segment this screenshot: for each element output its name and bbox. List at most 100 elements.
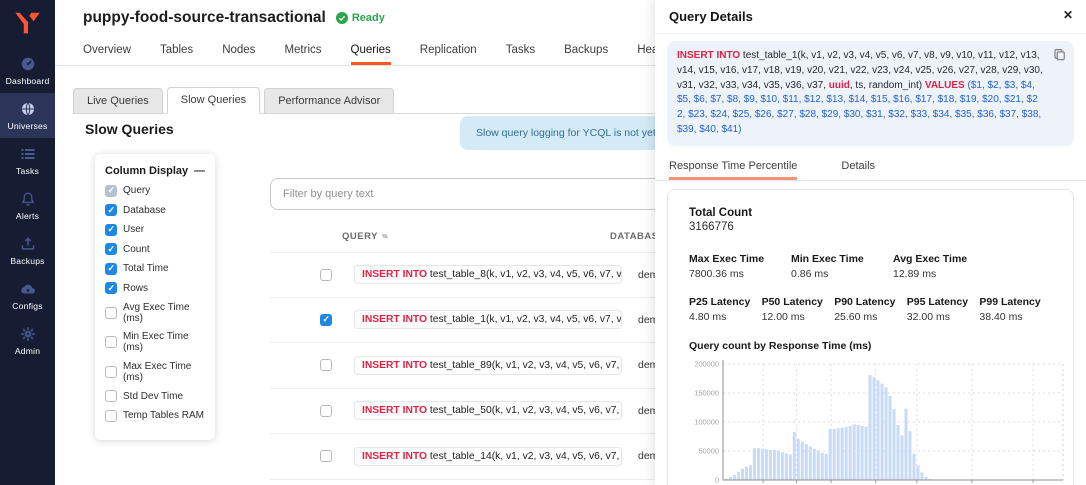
column-display-title: Column Display xyxy=(105,165,188,177)
subtab-slow-queries[interactable]: Slow Queries xyxy=(167,87,260,114)
sql-keyword: INSERT INTO xyxy=(362,360,427,371)
column-option-avg-exec-time-ms[interactable]: Avg Exec Time (ms) xyxy=(105,302,205,324)
tab-replication[interactable]: Replication xyxy=(420,44,477,65)
checkbox[interactable] xyxy=(105,307,117,319)
sidebar-item-label: Tasks xyxy=(0,166,55,176)
checkbox[interactable] xyxy=(105,282,117,294)
query-text-chip: INSERT INTO test_table_8(k, v1, v2, v3, … xyxy=(354,265,622,284)
checkbox[interactable] xyxy=(105,243,117,255)
subtab-live-queries[interactable]: Live Queries xyxy=(73,88,163,113)
checkbox[interactable] xyxy=(105,204,117,216)
column-option-rows[interactable]: Rows xyxy=(105,282,205,294)
latency-stats: P25 Latency4.80 msP50 Latency12.00 msP90… xyxy=(689,296,1052,323)
sql-text: INSERT INTO test_table_1(k, v1, v2, v3, … xyxy=(677,50,1043,135)
panel-title: Query Details xyxy=(669,9,753,24)
universes-icon xyxy=(0,101,55,118)
copy-icon[interactable] xyxy=(1053,48,1066,67)
sidebar-item-configs[interactable]: Configs xyxy=(0,273,55,318)
column-display-panel: Column Display — Query Database User Count T… xyxy=(95,154,215,440)
table-row[interactable]: INSERT INTO test_table_1(k, v1, v2, v3, … xyxy=(270,298,700,344)
sidebar-item-label: Universes xyxy=(0,121,55,131)
tab-details[interactable]: Details xyxy=(841,155,875,180)
column-option-query[interactable]: Query xyxy=(105,185,205,197)
column-option-user[interactable]: User xyxy=(105,224,205,236)
checkbox[interactable] xyxy=(105,336,117,348)
sidebar-item-label: Admin xyxy=(0,346,55,356)
chart-title: Query count by Response Time (ms) xyxy=(689,340,1052,352)
tab-response-time-percentile[interactable]: Response Time Percentile xyxy=(669,155,797,180)
stat-label: P25 Latency xyxy=(689,296,762,308)
sidebar-item-universes[interactable]: Universes xyxy=(0,93,55,138)
checkbox[interactable] xyxy=(105,224,117,236)
column-option-temp-tables-ram[interactable]: Temp Tables RAM xyxy=(105,410,205,422)
stat-label: P95 Latency xyxy=(907,296,980,308)
subtab-performance-advisor[interactable]: Performance Advisor xyxy=(264,88,394,113)
sidebar-item-admin[interactable]: Admin xyxy=(0,318,55,363)
column-option-label: Temp Tables RAM xyxy=(123,410,204,421)
column-header-query[interactable]: QUERY▾▴ xyxy=(320,231,610,242)
stat-label: P50 Latency xyxy=(762,296,835,308)
column-option-label: Avg Exec Time (ms) xyxy=(123,302,205,324)
row-checkbox[interactable] xyxy=(320,450,332,462)
tab-tasks[interactable]: Tasks xyxy=(506,44,535,65)
page-title: puppy-food-source-transactional xyxy=(83,9,326,27)
svg-text:150000: 150000 xyxy=(694,388,719,397)
collapse-icon[interactable]: — xyxy=(194,167,205,175)
details-tabs: Response Time Percentile Details xyxy=(655,155,1086,181)
column-option-label: Rows xyxy=(123,283,148,294)
search-input[interactable] xyxy=(270,178,668,210)
exec-stats: Max Exec Time7800.36 msMin Exec Time0.86… xyxy=(689,253,1052,280)
table-row[interactable]: INSERT INTO test_table_89(k, v1, v2, v3,… xyxy=(270,343,700,389)
stat-p90-latency: P90 Latency25.60 ms xyxy=(834,296,907,323)
column-option-std-dev-time[interactable]: Std Dev Time xyxy=(105,390,205,402)
tab-backups[interactable]: Backups xyxy=(564,44,608,65)
checkbox[interactable] xyxy=(105,366,117,378)
column-option-label: Database xyxy=(123,205,166,216)
close-icon[interactable]: ✕ xyxy=(1063,8,1073,22)
sidebar-item-dashboard[interactable]: Dashboard xyxy=(0,48,55,93)
column-option-min-exec-time-ms[interactable]: Min Exec Time (ms) xyxy=(105,331,205,353)
column-option-count[interactable]: Count xyxy=(105,243,205,255)
sidebar-item-label: Alerts xyxy=(0,211,55,221)
sidebar-item-tasks[interactable]: Tasks xyxy=(0,138,55,183)
column-option-total-time[interactable]: Total Time xyxy=(105,263,205,275)
response-time-histogram: 050000100000150000200000[1.5,1.6)[3.6,4.… xyxy=(683,356,1052,485)
column-option-max-exec-time-ms[interactable]: Max Exec Time (ms) xyxy=(105,361,205,383)
column-option-label: Total Time xyxy=(123,263,169,274)
tab-metrics[interactable]: Metrics xyxy=(284,44,321,65)
table-row[interactable]: INSERT INTO test_table_8(k, v1, v2, v3, … xyxy=(270,252,700,298)
checkbox[interactable] xyxy=(105,263,117,275)
tab-tables[interactable]: Tables xyxy=(160,44,193,65)
percentile-card: Total Count 3166776 Max Exec Time7800.36… xyxy=(667,189,1074,485)
table-row[interactable]: INSERT INTO test_table_50(k, v1, v2, v3,… xyxy=(270,389,700,435)
sidebar-item-label: Backups xyxy=(0,256,55,266)
sidebar-item-alerts[interactable]: Alerts xyxy=(0,183,55,228)
slow-queries-heading: Slow Queries xyxy=(85,121,174,137)
checkbox xyxy=(105,185,117,197)
sort-icon[interactable]: ▾▴ xyxy=(382,232,387,240)
row-checkbox[interactable] xyxy=(320,269,332,281)
svg-text:200000: 200000 xyxy=(694,359,719,368)
row-checkbox[interactable] xyxy=(320,405,332,417)
yugabyte-logo xyxy=(13,8,43,38)
tab-overview[interactable]: Overview xyxy=(83,44,131,65)
ready-check-icon xyxy=(336,12,348,24)
sidebar-item-backups[interactable]: Backups xyxy=(0,228,55,273)
sql-body: test_table_1(k, v1, v2, v3, v4, v5, v6, … xyxy=(427,314,622,325)
tab-queries[interactable]: Queries xyxy=(351,44,391,65)
stat-p50-latency: P50 Latency12.00 ms xyxy=(762,296,835,323)
column-option-database[interactable]: Database xyxy=(105,204,205,216)
svg-text:100000: 100000 xyxy=(694,417,719,426)
checkbox[interactable] xyxy=(105,410,117,422)
stat-value: 0.86 ms xyxy=(791,268,893,280)
stat-label: P99 Latency xyxy=(979,296,1052,308)
row-checkbox[interactable] xyxy=(320,359,332,371)
table-row[interactable]: INSERT INTO test_table_14(k, v1, v2, v3,… xyxy=(270,434,700,480)
tab-nodes[interactable]: Nodes xyxy=(222,44,255,65)
checkbox[interactable] xyxy=(105,390,117,402)
stat-min-exec-time: Min Exec Time0.86 ms xyxy=(791,253,893,280)
row-checkbox[interactable] xyxy=(320,314,332,326)
query-details-panel: Query Details ✕ INSERT INTO test_table_1… xyxy=(655,0,1086,485)
sidebar-item-label: Configs xyxy=(0,301,55,311)
column-option-label: Std Dev Time xyxy=(123,391,183,402)
